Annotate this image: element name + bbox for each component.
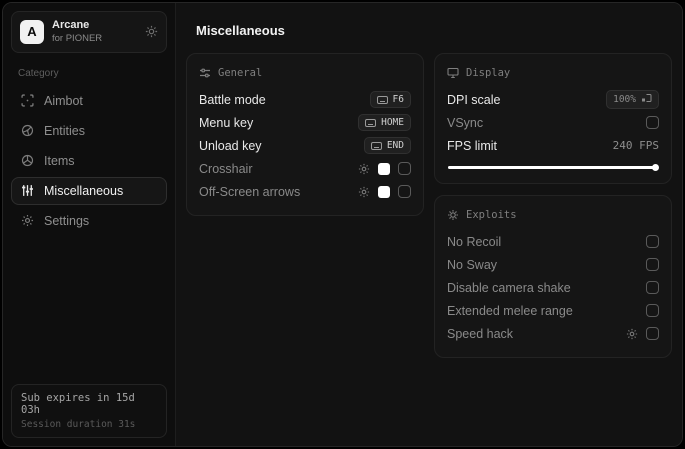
setting-row-menu-key: Menu key HOME (199, 111, 411, 134)
slider-thumb[interactable] (652, 164, 659, 171)
setting-row-crosshair: Crosshair (199, 157, 411, 180)
extended-melee-range-checkbox[interactable] (646, 304, 659, 317)
setting-row-battle-mode: Battle mode F6 (199, 88, 411, 111)
bug-icon (447, 209, 459, 221)
sidebar-item-label: Miscellaneous (44, 183, 124, 198)
radar-icon (20, 124, 35, 137)
sidebar-item-label: Aimbot (44, 93, 83, 108)
exploits-card-title: Exploits (466, 209, 517, 221)
keyboard-icon (376, 95, 388, 104)
sliders-icon (20, 184, 35, 197)
menu-key-keybind-button[interactable]: HOME (358, 114, 411, 131)
app-logo: A (20, 19, 44, 44)
setting-row-speed-hack: Speed hack (447, 322, 659, 345)
offscreen-arrows-color-swatch[interactable] (378, 185, 390, 198)
package-icon (20, 154, 35, 167)
dpi-scale-button[interactable]: 100% (606, 90, 659, 109)
setting-row-unload-key: Unload key END (199, 134, 411, 157)
gear-icon (20, 214, 35, 227)
sidebar-item-label: Items (44, 153, 75, 168)
keyboard-icon (365, 118, 377, 127)
main-panel: Miscellaneous General Battle mode F6 Men… (176, 3, 682, 446)
sidebar-item-label: Settings (44, 213, 90, 228)
fps-limit-slider[interactable] (448, 164, 659, 171)
app-subtitle: for PIONER (52, 32, 103, 44)
sidebar-item-entities[interactable]: Entities (11, 117, 167, 145)
setting-row-extended-melee-range: Extended melee range (447, 299, 659, 322)
general-card: General Battle mode F6 Menu key HOME Unl… (186, 53, 424, 216)
no-recoil-checkbox[interactable] (646, 235, 659, 248)
speed-hack-settings-gear-icon[interactable] (626, 328, 638, 340)
fps-limit-value: 240 FPS (612, 139, 659, 152)
crosshair-color-swatch[interactable] (378, 162, 390, 175)
page-title: Miscellaneous (196, 23, 285, 38)
general-sliders-icon (199, 67, 211, 79)
sidebar-item-aimbot[interactable]: Aimbot (11, 87, 167, 115)
app-title: Arcane (52, 19, 90, 31)
sub-expires-text: Sub expires in 15d 03h (21, 392, 135, 416)
setting-row-offscreen-arrows: Off-Screen arrows (199, 180, 411, 203)
setting-row-vsync: VSync (447, 111, 659, 134)
brand-settings-icon[interactable] (145, 25, 158, 38)
exploits-card: Exploits No Recoil No Sway Disable camer… (434, 195, 672, 358)
display-card-title: Display (466, 67, 511, 79)
offscreen-arrows-checkbox[interactable] (398, 185, 411, 198)
setting-row-fps-limit: FPS limit 240 FPS (447, 138, 659, 153)
setting-row-no-sway: No Sway (447, 253, 659, 276)
sidebar-item-settings[interactable]: Settings (11, 207, 167, 235)
battle-mode-keybind-button[interactable]: F6 (369, 91, 411, 108)
unload-key-keybind-button[interactable]: END (363, 137, 411, 154)
vsync-checkbox[interactable] (646, 116, 659, 129)
setting-row-dpi-scale: DPI scale 100% (447, 88, 659, 111)
sidebar: A Arcane for PIONER Category Aimbot Enti… (3, 3, 176, 446)
category-label: Category (18, 67, 59, 79)
crosshair-checkbox[interactable] (398, 162, 411, 175)
setting-row-disable-camera-shake: Disable camera shake (447, 276, 659, 299)
subscription-info: Sub expires in 15d 03h Session duration … (11, 384, 167, 438)
app-window: A Arcane for PIONER Category Aimbot Enti… (2, 2, 683, 447)
setting-row-no-recoil: No Recoil (447, 230, 659, 253)
crosshair-settings-gear-icon[interactable] (358, 163, 370, 175)
offscreen-arrows-settings-gear-icon[interactable] (358, 186, 370, 198)
disable-camera-shake-checkbox[interactable] (646, 281, 659, 294)
monitor-icon (447, 67, 459, 79)
general-card-title: General (218, 67, 263, 79)
brand-card: A Arcane for PIONER (11, 11, 167, 53)
sidebar-item-label: Entities (44, 123, 85, 138)
crosshair-icon (20, 94, 35, 107)
speed-hack-checkbox[interactable] (646, 327, 659, 340)
scale-icon (641, 93, 652, 106)
sidebar-item-items[interactable]: Items (11, 147, 167, 175)
keyboard-icon (370, 141, 382, 150)
display-card: Display DPI scale 100% VSync FPS limit 2… (434, 53, 672, 184)
sidebar-item-miscellaneous[interactable]: Miscellaneous (11, 176, 167, 205)
session-duration-text: Session duration 31s (21, 419, 136, 430)
no-sway-checkbox[interactable] (646, 258, 659, 271)
